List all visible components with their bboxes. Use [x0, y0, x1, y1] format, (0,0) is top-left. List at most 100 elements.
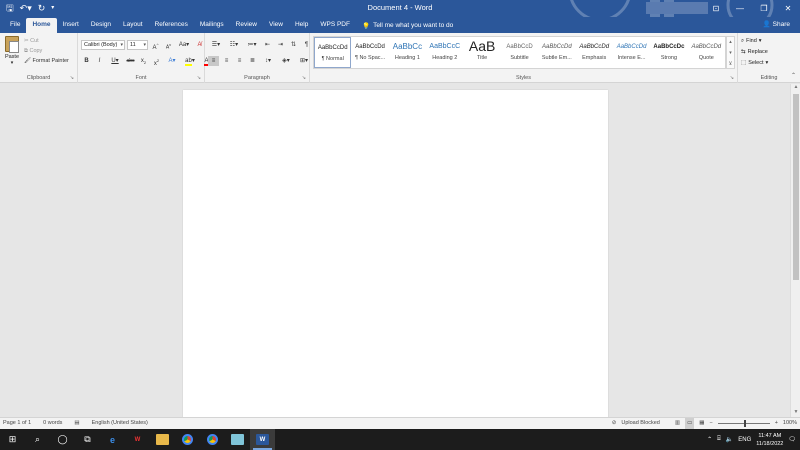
multilevel-list-icon[interactable]: ≔▾ [244, 40, 260, 50]
format-painter-button[interactable]: 🖌 Format Painter [24, 56, 69, 66]
scissors-icon: ✂ [24, 38, 29, 44]
show-hidden-icons-icon[interactable]: ⌃ [707, 436, 712, 443]
restore-icon[interactable]: ❐ [752, 0, 776, 17]
increase-indent-icon[interactable]: ⇥ [275, 40, 286, 50]
zoom-level[interactable]: 100% [783, 418, 797, 429]
font-group-label: Font [135, 75, 147, 81]
word-count[interactable]: 0 words [43, 418, 62, 429]
print-layout-icon[interactable]: ▭ [685, 418, 695, 429]
network-icon[interactable]: ⌸ [717, 436, 721, 443]
paragraph-group: ☰▾ ☷▾ ≔▾ ⇤ ⇥ ⇅ ¶ ≡ ≡ ≡ ≣ ↕▾ ◈▾ ⊞▾ Paragr… [205, 33, 310, 83]
word-taskbar-icon[interactable]: W [250, 429, 275, 450]
underline-icon[interactable]: U▾ [107, 56, 123, 66]
tab-view[interactable]: View [263, 18, 289, 33]
font-size-dropdown[interactable]: 11 [127, 40, 148, 50]
ribbon-display-icon[interactable]: ⊡ [704, 0, 728, 17]
paste-dropdown-icon[interactable]: ▾ [3, 60, 21, 66]
align-left-icon[interactable]: ≡ [208, 56, 219, 66]
minimize-icon[interactable]: — [728, 0, 752, 17]
clock[interactable]: 11:47 AM 11/18/2022 [756, 432, 783, 448]
clipboard-icon [5, 36, 19, 53]
line-spacing-icon[interactable]: ↕▾ [260, 56, 276, 66]
account-area[interactable] [646, 2, 708, 14]
tab-layout[interactable]: Layout [117, 18, 149, 33]
zoom-in-icon[interactable]: + [775, 418, 778, 429]
proofing-icon[interactable]: ▤ [74, 418, 79, 429]
notifications-icon[interactable]: 🗨 [788, 436, 796, 443]
language-status[interactable]: English (United States) [92, 418, 148, 429]
ribbon-tabs: File Home Insert Design Layout References Mail… [4, 17, 453, 33]
windows-start-icon[interactable]: ⊞ [0, 429, 25, 450]
strikethrough-icon[interactable]: abc [125, 56, 136, 66]
numbering-icon[interactable]: ☷▾ [226, 40, 242, 50]
decrease-indent-icon[interactable]: ⇤ [262, 40, 273, 50]
upload-status[interactable]: Upload Blocked [621, 418, 660, 429]
grow-font-icon[interactable]: A^ [150, 40, 161, 51]
bullets-icon[interactable]: ☰▾ [208, 40, 224, 50]
clear-formatting-icon[interactable]: A̸ [194, 40, 205, 50]
title-bar: 🖫 ↶▾ ↻ ▾ Document 4 - Word ⊡ — ❐ ✕ [0, 0, 800, 17]
highlight-icon[interactable]: ab▾ [182, 56, 198, 66]
search-icon[interactable]: ⌕ [25, 429, 50, 450]
clipboard-launcher-icon[interactable]: ↘ [70, 75, 74, 81]
shrink-font-icon[interactable]: Av [163, 40, 174, 51]
paragraph-launcher-icon[interactable]: ↘ [302, 75, 306, 81]
tab-file[interactable]: File [4, 18, 26, 33]
close-icon[interactable]: ✕ [776, 0, 800, 17]
focus-mode-icon[interactable]: ▥ [675, 418, 680, 429]
edge-icon[interactable]: e [100, 429, 125, 450]
tab-design[interactable]: Design [85, 18, 117, 33]
text-effects-icon[interactable]: A▾ [164, 56, 180, 66]
chrome-icon[interactable] [175, 429, 200, 450]
web-layout-icon[interactable]: ▦ [699, 418, 704, 429]
shading-icon[interactable]: ◈▾ [278, 56, 294, 66]
tab-help[interactable]: Help [289, 18, 314, 33]
scroll-up-icon[interactable]: ▲ [791, 84, 800, 92]
tab-review[interactable]: Review [230, 18, 263, 33]
subscript-icon[interactable]: x2 [138, 56, 149, 66]
vertical-scrollbar[interactable]: ▲ ▼ [790, 84, 800, 417]
tab-home[interactable]: Home [26, 18, 57, 33]
page-count[interactable]: Page 1 of 1 [3, 418, 31, 429]
paste-button[interactable]: Paste ▾ [3, 36, 21, 68]
scroll-down-icon[interactable]: ▼ [791, 409, 800, 417]
align-right-icon[interactable]: ≡ [234, 56, 245, 66]
cortana-icon[interactable]: ◯ [50, 429, 75, 450]
justify-icon[interactable]: ≣ [247, 56, 258, 66]
tab-references[interactable]: References [149, 18, 194, 33]
change-case-icon[interactable]: Aa▾ [176, 40, 192, 50]
tab-mailings[interactable]: Mailings [194, 18, 230, 33]
styles-launcher-icon[interactable]: ↘ [730, 75, 734, 81]
file-explorer-icon[interactable] [150, 429, 175, 450]
italic-icon[interactable]: I [94, 56, 105, 66]
font-launcher-icon[interactable]: ↘ [197, 75, 201, 81]
document-page[interactable] [183, 90, 608, 420]
share-button[interactable]: 👤 Share [763, 19, 790, 31]
zoom-slider-thumb[interactable] [743, 420, 746, 427]
font-group: Calibri (Body) 11 A^ Av Aa▾ A̸ B I U▾ ab… [78, 33, 212, 83]
tab-wps-pdf[interactable]: WPS PDF [314, 18, 356, 33]
wps-office-icon[interactable]: W [125, 429, 150, 450]
input-language[interactable]: ENG [738, 437, 751, 443]
superscript-icon[interactable]: x2 [151, 56, 162, 67]
notepad-icon[interactable] [225, 429, 250, 450]
ribbon: Paste ▾ ✂ Cut ⧉ Copy 🖌 Format Painter Cl… [0, 33, 800, 83]
zoom-slider[interactable] [717, 420, 770, 427]
volume-icon[interactable]: 🔈 [726, 436, 733, 443]
bold-icon[interactable]: B [81, 56, 92, 66]
tell-me-label: Tell me what you want to do [373, 22, 454, 29]
task-view-icon[interactable]: ⧉ [75, 429, 100, 450]
cut-button[interactable]: ✂ Cut [24, 36, 69, 46]
chrome-profile-icon[interactable] [200, 429, 225, 450]
collapse-ribbon-icon[interactable]: ⌃ [791, 72, 796, 79]
copy-icon: ⧉ [24, 48, 28, 54]
format-painter-label: Format Painter [32, 58, 69, 64]
tell-me-search[interactable]: 💡 Tell me what you want to do [362, 18, 453, 33]
copy-button[interactable]: ⧉ Copy [24, 46, 69, 56]
scroll-thumb[interactable] [793, 94, 799, 280]
align-center-icon[interactable]: ≡ [221, 56, 232, 66]
sort-icon[interactable]: ⇅ [288, 40, 299, 50]
font-name-dropdown[interactable]: Calibri (Body) [81, 40, 125, 50]
tab-insert[interactable]: Insert [57, 18, 85, 33]
zoom-out-icon[interactable]: − [709, 418, 712, 429]
